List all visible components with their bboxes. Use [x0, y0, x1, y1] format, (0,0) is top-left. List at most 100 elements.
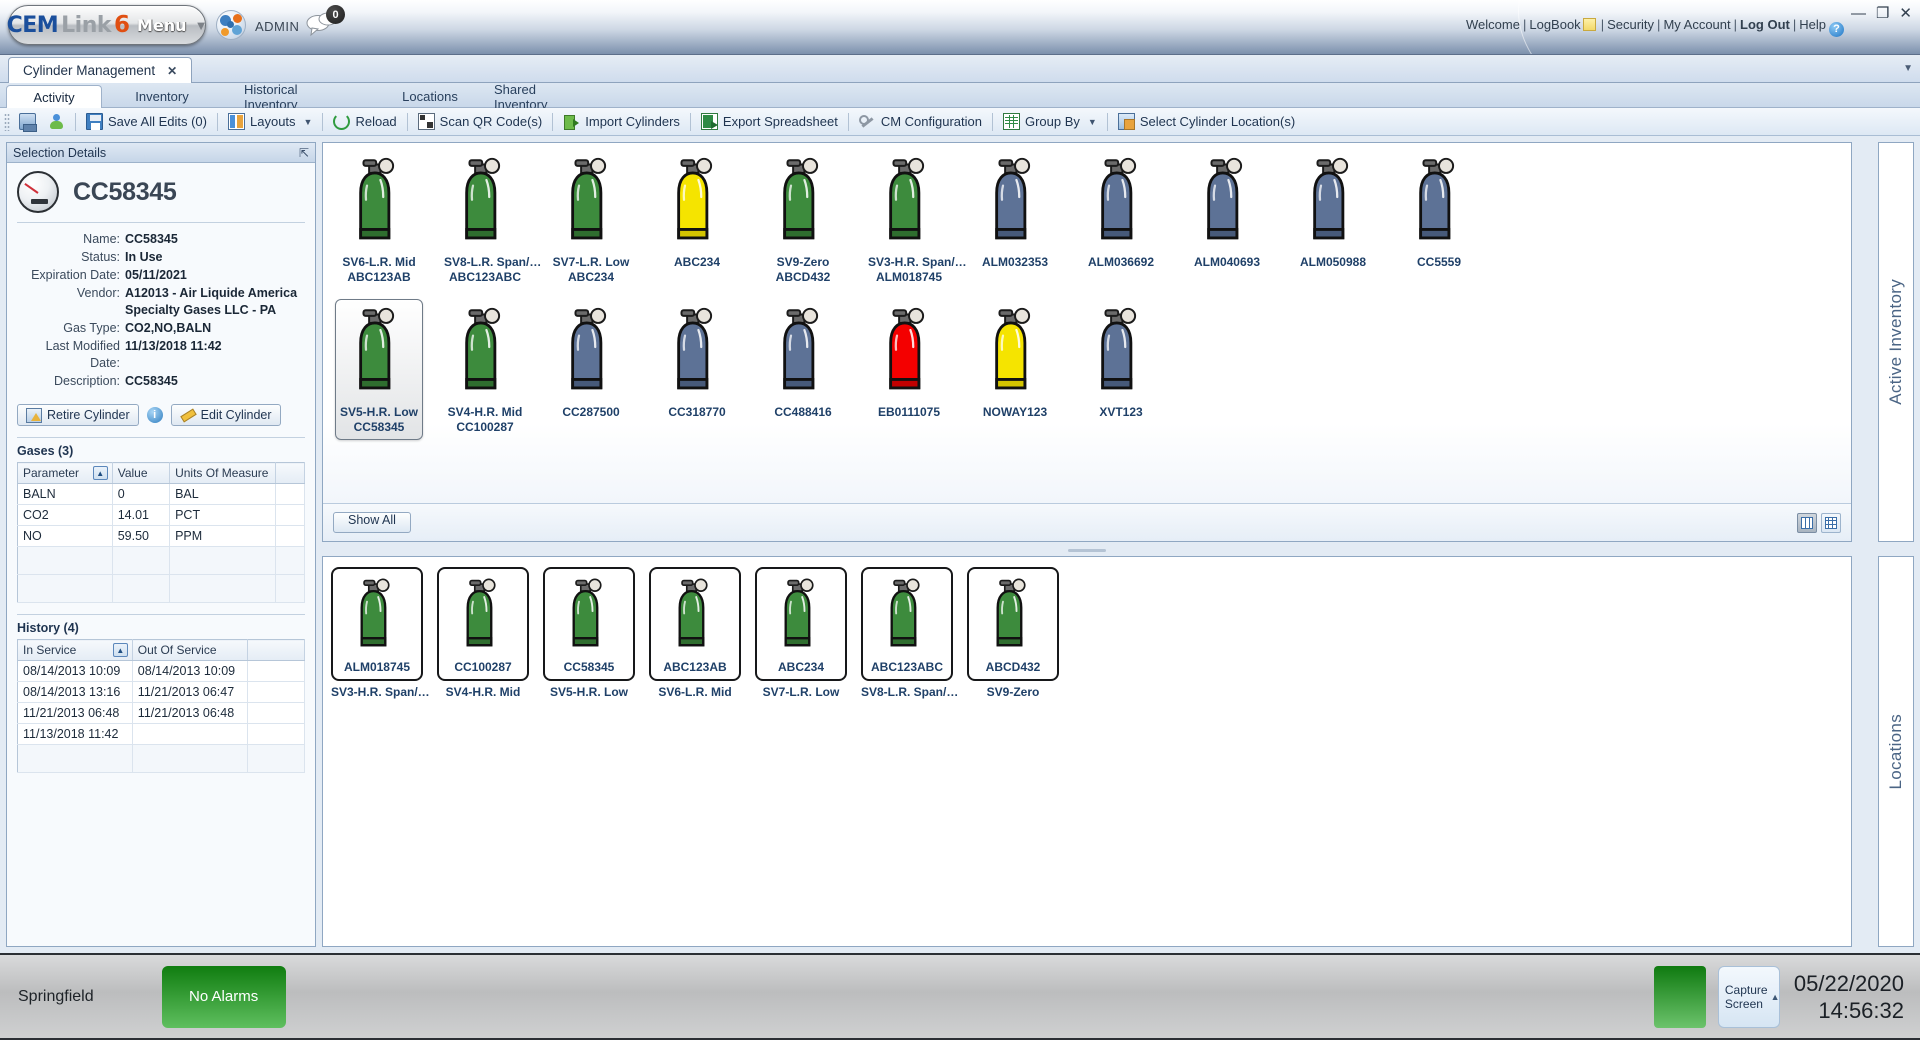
pencil-icon: [180, 408, 196, 423]
tab-cylinder-management[interactable]: Cylinder Management ✕: [8, 57, 193, 83]
location-card[interactable]: CC100287 SV4-H.R. Mid: [437, 567, 529, 700]
cylinder-tile[interactable]: SV7-L.R. Low ABC234: [547, 149, 635, 290]
chevron-down-icon[interactable]: ▼: [1088, 117, 1097, 127]
location-card[interactable]: ALM018745 SV3-H.R. Span/…: [331, 567, 430, 700]
location-card[interactable]: ABC123AB SV6-L.R. Mid: [649, 567, 741, 700]
column-view-toggle[interactable]: [1797, 512, 1817, 533]
location-card[interactable]: ABCD432 SV9-Zero: [967, 567, 1059, 700]
alarm-status-button[interactable]: No Alarms: [161, 965, 286, 1028]
welcome-link[interactable]: Welcome: [1466, 17, 1520, 32]
toolbar-monitor-button[interactable]: [13, 110, 42, 134]
column-header[interactable]: [247, 639, 306, 661]
table-cell: [275, 574, 305, 603]
cylinder-label-primary: ALM036692: [1087, 255, 1155, 269]
globe-icon[interactable]: [216, 10, 246, 40]
cylinder-tile[interactable]: XVT123: [1077, 299, 1165, 425]
location-card[interactable]: CC58345 SV5-H.R. Low: [543, 567, 635, 700]
table-row[interactable]: BALN 0 BAL: [17, 483, 305, 505]
column-header[interactable]: In Service ▲: [17, 639, 133, 661]
capture-screen-button[interactable]: Capture Screen ▲: [1717, 965, 1780, 1028]
toolbar-cm-configuration-button[interactable]: CM Configuration: [853, 110, 988, 134]
note-icon[interactable]: [1582, 18, 1596, 31]
subtab-inventory[interactable]: Inventory: [112, 85, 212, 108]
column-header[interactable]: Parameter ▲: [17, 462, 113, 484]
splitter-handle[interactable]: [1068, 548, 1106, 552]
cylinder-tile[interactable]: ALM050988: [1289, 149, 1377, 275]
column-header[interactable]: Units Of Measure: [169, 462, 277, 484]
vertical-tab-active-inventory[interactable]: Active Inventory: [1878, 142, 1914, 542]
cylinder-tile[interactable]: SV4-H.R. Mid CC100287: [441, 299, 529, 440]
vertical-tab-locations[interactable]: Locations: [1878, 556, 1914, 947]
subtab-locations[interactable]: Locations: [384, 85, 476, 108]
logbook-link[interactable]: LogBook: [1529, 17, 1580, 32]
grid-view-toggle[interactable]: [1821, 512, 1841, 533]
log-out-link[interactable]: Log Out: [1740, 17, 1790, 32]
toolbar-grip[interactable]: [4, 112, 10, 131]
cylinder-tile[interactable]: NOWAY123: [971, 299, 1059, 425]
table-row[interactable]: NO 59.50 PPM: [17, 525, 305, 547]
subtab-activity[interactable]: Activity: [6, 85, 102, 108]
toolbar-save-all-edits-0-button[interactable]: Save All Edits (0): [80, 110, 213, 134]
my-account-link[interactable]: My Account: [1663, 17, 1730, 32]
toolbar-export-spreadsheet-button[interactable]: Export Spreadsheet: [695, 110, 844, 134]
close-button[interactable]: ✕: [1899, 6, 1912, 21]
chevron-down-icon[interactable]: ▼: [1903, 63, 1913, 74]
column-header[interactable]: Out Of Service: [132, 639, 248, 661]
cylinder-tile[interactable]: CC318770: [653, 299, 741, 425]
table-cell: [112, 546, 171, 575]
show-all-button[interactable]: Show All: [333, 512, 411, 533]
location-card[interactable]: ABC123ABC SV8-L.R. Span/…: [861, 567, 958, 700]
help-icon[interactable]: ?: [1829, 22, 1844, 37]
toolbar-scan-qr-code-s-button[interactable]: Scan QR Code(s): [412, 110, 549, 134]
security-link[interactable]: Security: [1607, 17, 1654, 32]
column-header[interactable]: [275, 462, 305, 484]
help-link[interactable]: Help: [1799, 17, 1826, 32]
edit-cylinder-button[interactable]: Edit Cylinder: [170, 404, 281, 426]
toolbar-group-by-button[interactable]: Group By ▼: [997, 110, 1103, 134]
table-row[interactable]: 11/13/2018 11:42: [17, 723, 306, 745]
location-card[interactable]: ABC234 SV7-L.R. Low: [755, 567, 847, 700]
cylinder-tile[interactable]: ABC234: [653, 149, 741, 275]
retire-icon: [26, 407, 42, 423]
cylinder-tile[interactable]: ALM032353: [971, 149, 1059, 275]
cylinder-tile[interactable]: ALM040693: [1183, 149, 1271, 275]
table-row[interactable]: CO2 14.01 PCT: [17, 504, 305, 526]
maximize-button[interactable]: ❐: [1876, 6, 1889, 21]
table-row[interactable]: 08/14/2013 13:16 11/21/2013 06:47: [17, 681, 306, 703]
detail-field-key: Status:: [81, 250, 120, 264]
cylinder-tile[interactable]: SV5-H.R. Low CC58345: [335, 299, 423, 440]
sort-ascending-icon[interactable]: ▲: [112, 643, 128, 657]
table-cell: PCT: [169, 504, 277, 526]
column-header[interactable]: Value: [112, 462, 171, 484]
close-icon[interactable]: ✕: [167, 64, 177, 78]
document-tab-strip: Cylinder Management ✕ ▼: [0, 55, 1920, 83]
retire-cylinder-button[interactable]: Retire Cylinder: [17, 404, 139, 426]
cemlink6-menu-button[interactable]: CEM Link 6 Menu ▼: [7, 5, 207, 45]
info-icon[interactable]: i: [146, 407, 163, 423]
status-clock: 05/22/2020 14:56:32: [1794, 970, 1904, 1024]
cylinder-tile[interactable]: CC287500: [547, 299, 635, 425]
subtab-shared-inventory[interactable]: Shared Inventory: [478, 82, 596, 112]
column-header-label: Parameter: [23, 466, 80, 480]
cylinder-tile[interactable]: CC488416: [759, 299, 847, 425]
cylinder-tile[interactable]: CC5559: [1395, 149, 1483, 275]
cylinder-tile[interactable]: EB0111075: [865, 299, 953, 425]
cylinder-tile[interactable]: SV3-H.R. Span/… ALM018745: [865, 149, 967, 290]
table-row[interactable]: 08/14/2013 10:09 08/14/2013 10:09: [17, 660, 306, 682]
pin-icon[interactable]: ⇱: [299, 146, 309, 160]
cylinder-tile[interactable]: SV8-L.R. Span/… ABC123ABC: [441, 149, 541, 290]
toolbar-import-cylinders-button[interactable]: Import Cylinders: [557, 110, 686, 134]
cylinder-tile[interactable]: SV6-L.R. Mid ABC123AB: [335, 149, 423, 290]
horizontal-splitter[interactable]: [322, 546, 1852, 554]
minimize-button[interactable]: —: [1851, 6, 1866, 21]
chevron-down-icon[interactable]: ▼: [304, 117, 313, 127]
toolbar-user-button[interactable]: [42, 110, 71, 134]
toolbar-select-cylinder-location-s-button[interactable]: Select Cylinder Location(s): [1112, 110, 1301, 134]
sort-ascending-icon[interactable]: ▲: [92, 466, 108, 480]
cylinder-tile[interactable]: ALM036692: [1077, 149, 1165, 275]
table-row[interactable]: 11/21/2013 06:48 11/21/2013 06:48: [17, 702, 306, 724]
toolbar-reload-button[interactable]: Reload: [327, 110, 402, 134]
subtab-historical-inventory[interactable]: Historical Inventory: [228, 82, 368, 112]
cylinder-tile[interactable]: SV9-Zero ABCD432: [759, 149, 847, 290]
toolbar-layouts-button[interactable]: Layouts ▼: [222, 110, 318, 134]
